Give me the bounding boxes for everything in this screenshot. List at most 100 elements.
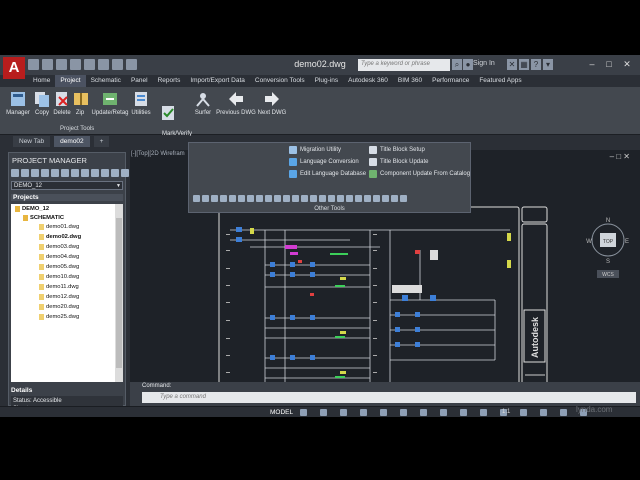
tool-icon[interactable] bbox=[247, 195, 254, 202]
help-icon[interactable]: ? bbox=[531, 59, 541, 70]
tab-home[interactable]: Home bbox=[28, 75, 55, 87]
update-retag-button[interactable]: Update/Retag bbox=[91, 90, 129, 117]
model-space-toggle[interactable]: MODEL bbox=[270, 409, 293, 416]
tool-icon[interactable] bbox=[355, 195, 362, 202]
tool-icon[interactable] bbox=[202, 195, 209, 202]
user-icon[interactable]: ● bbox=[463, 59, 473, 70]
tool-icon[interactable] bbox=[238, 195, 245, 202]
tree-file[interactable]: demo04.dwg bbox=[39, 254, 79, 260]
polar-icon[interactable] bbox=[360, 409, 367, 416]
title-block-icon[interactable] bbox=[61, 169, 69, 177]
tree-project-root[interactable]: DEMO_12 bbox=[15, 206, 49, 212]
tool-icon[interactable] bbox=[193, 195, 200, 202]
tool-icon[interactable] bbox=[292, 195, 299, 202]
tool-icon[interactable] bbox=[274, 195, 281, 202]
tree-scrollbar[interactable] bbox=[115, 204, 123, 382]
exchange-icon[interactable]: ✕ bbox=[507, 59, 517, 70]
tool-icon[interactable] bbox=[256, 195, 263, 202]
component-update-item[interactable]: Component Update From Catalog bbox=[369, 170, 470, 178]
grid-icon[interactable] bbox=[300, 409, 307, 416]
tool-icon[interactable] bbox=[346, 195, 353, 202]
minimize-button[interactable]: – bbox=[586, 58, 598, 70]
annotation-scale-icon[interactable] bbox=[480, 409, 487, 416]
search-icon[interactable]: ⌕ bbox=[452, 59, 462, 70]
tool-icon[interactable] bbox=[310, 195, 317, 202]
delete-button[interactable]: Delete bbox=[52, 90, 72, 117]
tool-icon[interactable] bbox=[400, 195, 407, 202]
location-view-icon[interactable] bbox=[71, 169, 79, 177]
tab-autodesk-360[interactable]: Autodesk 360 bbox=[343, 75, 393, 87]
tree-file[interactable]: demo01.dwg bbox=[39, 224, 79, 230]
tool-icon[interactable] bbox=[337, 195, 344, 202]
ortho-icon[interactable] bbox=[340, 409, 347, 416]
options-icon[interactable]: ▾ bbox=[543, 59, 553, 70]
plot-icon[interactable] bbox=[91, 169, 99, 177]
open-project-icon[interactable] bbox=[11, 169, 19, 177]
tree-file[interactable]: demo05.dwg bbox=[39, 264, 79, 270]
filter-icon[interactable] bbox=[111, 169, 119, 177]
tree-file[interactable]: demo03.dwg bbox=[39, 244, 79, 250]
tree-file[interactable]: demo10.dwg bbox=[39, 274, 79, 280]
tool-icon[interactable] bbox=[265, 195, 272, 202]
add-tab-button[interactable]: + bbox=[93, 136, 110, 147]
tab-demo02[interactable]: demo02 bbox=[54, 136, 90, 147]
close-button[interactable]: ✕ bbox=[621, 58, 633, 70]
tab-featured-apps[interactable]: Featured Apps bbox=[474, 75, 526, 87]
search-input[interactable]: Type a keyword or phrase bbox=[358, 59, 450, 71]
transparency-icon[interactable] bbox=[440, 409, 447, 416]
tool-icon[interactable] bbox=[382, 195, 389, 202]
selection-cycling-icon[interactable] bbox=[460, 409, 467, 416]
edit-language-database-item[interactable]: Edit Language Database bbox=[289, 170, 366, 178]
tab-import-export-data[interactable]: Import/Export Data bbox=[185, 75, 250, 87]
tab-project[interactable]: Project bbox=[55, 75, 86, 87]
tab-plug-ins[interactable]: Plug-ins bbox=[310, 75, 343, 87]
next-dwg-button[interactable]: Next DWG bbox=[257, 90, 287, 117]
utilities-button[interactable]: Utilities bbox=[130, 90, 152, 117]
publish-icon[interactable] bbox=[101, 169, 109, 177]
tree-folder-schematic[interactable]: SCHEMATIC bbox=[23, 215, 64, 221]
project-select[interactable]: DEMO_12 ▼ bbox=[11, 181, 123, 190]
more-icon[interactable] bbox=[121, 169, 129, 177]
tree-scrollbar-thumb[interactable] bbox=[116, 218, 122, 368]
annotation-scale[interactable]: 1:1 bbox=[502, 409, 510, 415]
tab-schematic[interactable]: Schematic bbox=[86, 75, 126, 87]
title-block-setup-item[interactable]: Title Block Setup bbox=[369, 146, 425, 154]
tool-icon[interactable] bbox=[391, 195, 398, 202]
clean-screen-icon[interactable] bbox=[560, 409, 567, 416]
properties-icon[interactable] bbox=[51, 169, 59, 177]
maximize-button[interactable]: □ bbox=[603, 58, 615, 70]
tool-icon[interactable] bbox=[373, 195, 380, 202]
application-menu-icon[interactable]: A bbox=[3, 57, 25, 79]
surfer-button[interactable]: Surfer bbox=[192, 90, 214, 117]
command-input[interactable]: Type a command bbox=[142, 392, 636, 403]
settings-icon[interactable] bbox=[81, 169, 89, 177]
otrack-icon[interactable] bbox=[400, 409, 407, 416]
osnap-icon[interactable] bbox=[380, 409, 387, 416]
tool-icon[interactable] bbox=[229, 195, 236, 202]
tab-performance[interactable]: Performance bbox=[427, 75, 474, 87]
tab-bim-360[interactable]: BIM 360 bbox=[393, 75, 427, 87]
tree-file[interactable]: demo11.dwg bbox=[39, 284, 79, 290]
new-project-icon[interactable] bbox=[21, 169, 29, 177]
tree-file[interactable]: demo25.dwg bbox=[39, 314, 79, 320]
tab-new[interactable]: New Tab bbox=[13, 136, 51, 147]
hardware-accel-icon[interactable] bbox=[540, 409, 547, 416]
tool-icon[interactable] bbox=[301, 195, 308, 202]
tool-icon[interactable] bbox=[211, 195, 218, 202]
tree-file[interactable]: demo02.dwg bbox=[39, 234, 81, 240]
tab-conversion-tools[interactable]: Conversion Tools bbox=[250, 75, 310, 87]
tool-icon[interactable] bbox=[328, 195, 335, 202]
language-conversion-item[interactable]: Language Conversion bbox=[289, 158, 359, 166]
migration-utility-item[interactable]: Migration Utility bbox=[289, 146, 341, 154]
tool-icon[interactable] bbox=[319, 195, 326, 202]
title-block-update-item[interactable]: Title Block Update bbox=[369, 158, 428, 166]
refresh-icon[interactable] bbox=[41, 169, 49, 177]
tool-icon[interactable] bbox=[364, 195, 371, 202]
tree-file[interactable]: demo12.dwg bbox=[39, 294, 79, 300]
lineweight-icon[interactable] bbox=[420, 409, 427, 416]
tree-file[interactable]: demo20.dwg bbox=[39, 304, 79, 310]
snap-icon[interactable] bbox=[320, 409, 327, 416]
copy-button[interactable]: Copy bbox=[32, 90, 52, 117]
zip-button[interactable]: Zip bbox=[72, 90, 88, 117]
previous-dwg-button[interactable]: Previous DWG bbox=[216, 90, 256, 117]
